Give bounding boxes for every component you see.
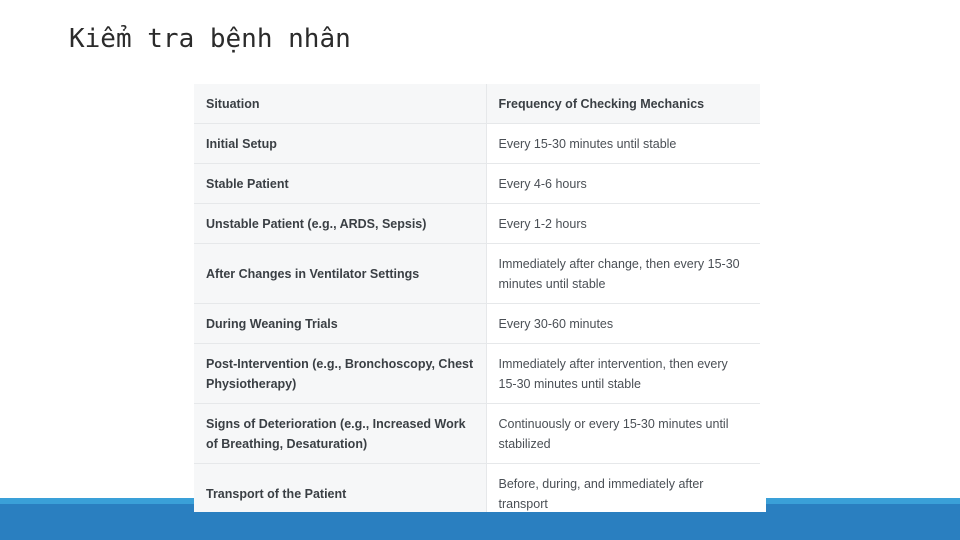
- table-row: Post-Intervention (e.g., Bronchoscopy, C…: [194, 343, 760, 404]
- row-situation: During Weaning Trials: [194, 303, 487, 344]
- row-situation: Unstable Patient (e.g., ARDS, Sepsis): [194, 203, 487, 244]
- table-row: Stable Patient Every 4-6 hours: [194, 163, 760, 204]
- row-frequency: Before, during, and immediately after tr…: [486, 463, 760, 512]
- row-situation: Transport of the Patient: [194, 463, 487, 512]
- row-frequency: Every 15-30 minutes until stable: [486, 123, 760, 164]
- table-row: After Changes in Ventilator Settings Imm…: [194, 243, 760, 304]
- row-situation: After Changes in Ventilator Settings: [194, 243, 487, 304]
- row-frequency: Continuously or every 15-30 minutes unti…: [486, 403, 760, 464]
- table-row: Initial Setup Every 15-30 minutes until …: [194, 123, 760, 164]
- row-frequency: Every 1-2 hours: [486, 203, 760, 244]
- header-frequency: Frequency of Checking Mechanics: [486, 84, 760, 124]
- table-row: Signs of Deterioration (e.g., Increased …: [194, 403, 760, 464]
- row-situation: Initial Setup: [194, 123, 487, 164]
- table-header-row: Situation Frequency of Checking Mechanic…: [194, 84, 760, 124]
- table-row: During Weaning Trials Every 30-60 minute…: [194, 303, 760, 344]
- row-frequency: Every 30-60 minutes: [486, 303, 760, 344]
- frequency-table-container: Situation Frequency of Checking Mechanic…: [194, 84, 766, 512]
- slide-title: Kiểm tra bệnh nhân: [69, 24, 351, 54]
- row-situation: Post-Intervention (e.g., Bronchoscopy, C…: [194, 343, 487, 404]
- row-situation: Stable Patient: [194, 163, 487, 204]
- frequency-table: Situation Frequency of Checking Mechanic…: [194, 84, 760, 512]
- row-situation: Signs of Deterioration (e.g., Increased …: [194, 403, 487, 464]
- table-row: Transport of the Patient Before, during,…: [194, 463, 760, 512]
- row-frequency: Immediately after change, then every 15-…: [486, 243, 760, 304]
- header-situation: Situation: [194, 84, 487, 124]
- row-frequency: Every 4-6 hours: [486, 163, 760, 204]
- row-frequency: Immediately after intervention, then eve…: [486, 343, 760, 404]
- table-row: Unstable Patient (e.g., ARDS, Sepsis) Ev…: [194, 203, 760, 244]
